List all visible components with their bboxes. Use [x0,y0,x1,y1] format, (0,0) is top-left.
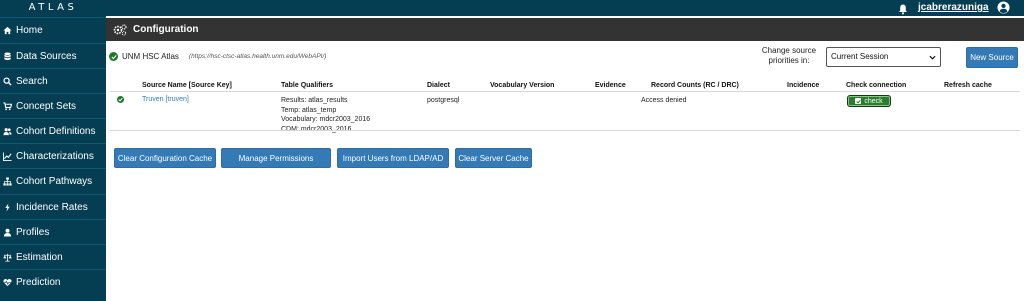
nav-label: Profiles [16,226,50,238]
column-header-dialect[interactable]: Dialect [427,82,450,89]
table-divider [110,130,1020,131]
nav-item-home[interactable]: Home [0,17,106,42]
nav-label: Search [16,75,48,87]
nav-label: Cohort Pathways [16,175,93,187]
top-bar: jcabrerazuniga [106,0,1024,16]
status-ok-icon [117,96,124,103]
table-qualifiers-cell: Results: atlas_results Temp: atlas_temp … [281,96,370,134]
column-header-vocabulary-version[interactable]: Vocabulary Version [490,82,554,89]
record-counts-cell: Access denied [641,97,687,104]
user-avatar-icon[interactable] [997,1,1010,14]
table-divider [110,91,1020,92]
nav-label: Characterizations [16,150,94,162]
column-header-refresh-cache[interactable]: Refresh cache [944,82,992,89]
nav-item-profiles[interactable]: Profiles [0,219,106,244]
line-chart-icon [3,151,12,161]
column-header-record-counts[interactable]: Record Counts (RC / DRC) [651,82,739,89]
sidebar: ATLAS Home Data Sources Search Concept S… [0,0,106,301]
nav-item-cohort-pathways[interactable]: Cohort Pathways [0,168,106,193]
manage-permissions-button[interactable]: Manage Permissions [221,148,331,168]
page-title: Configuration [133,24,199,35]
source-name-link[interactable]: Truven [truven] [142,95,189,105]
check-circle-icon [109,52,118,61]
source-url: (https://hsc-ctsc-atlas.health.unm.edu/W… [188,53,327,60]
nav-label: Cohort Definitions [16,125,96,137]
column-header-evidence[interactable]: Evidence [595,82,626,89]
cogs-icon [113,23,127,36]
qualifier-temp: Temp: atlas_temp [281,106,337,114]
app-brand[interactable]: ATLAS [0,0,106,16]
nav-label: Concept Sets [16,100,77,112]
priority-label: Change source priorities in: [761,46,817,65]
nav-item-search[interactable]: Search [0,68,106,93]
priority-select[interactable]: Current Session [826,47,941,67]
check-button-label: check [864,97,883,105]
configuration-panel: UNM HSC Atlas (https://hsc-ctsc-atlas.he… [106,41,1024,301]
new-source-button[interactable]: New Source [966,47,1018,68]
nav-item-characterizations[interactable]: Characterizations [0,143,106,168]
qualifier-results: Results: atlas_results [281,97,348,104]
column-header-incidence[interactable]: Incidence [787,82,819,89]
clear-server-cache-button[interactable]: Clear Server Cache [455,148,532,168]
import-users-button[interactable]: Import Users from LDAP/AD [337,148,449,168]
clear-configuration-cache-button[interactable]: Clear Configuration Cache [114,148,216,168]
qualifier-vocabulary: Vocabulary: mdcr2003_2016 [281,116,371,123]
nav-item-concept-sets[interactable]: Concept Sets [0,93,106,118]
user-name-link[interactable]: jcabrerazuniga [918,1,989,15]
priority-selected-value: Current Session [831,52,889,61]
source-name: UNM HSC Atlas [122,52,179,61]
nav-label: Prediction [16,276,61,288]
bolt-icon [3,202,12,212]
nav-label: Incidence Rates [16,201,88,213]
heartbeat-icon [3,278,12,287]
home-icon [3,26,12,35]
dialect-cell: postgresql [427,97,460,104]
sitemap-icon [3,176,12,186]
chevron-down-icon [929,55,936,60]
users-icon [3,127,12,136]
nav-item-data-sources[interactable]: Data Sources [0,43,106,68]
page-header: Configuration [106,18,1024,41]
database-icon [3,52,12,61]
nav-item-prediction[interactable]: Prediction [0,269,106,294]
check-connection-button[interactable]: check [847,95,891,107]
cart-icon [3,101,12,111]
nav-label: Data Sources [16,50,77,62]
bell-icon[interactable] [897,2,909,15]
checkbox-icon [855,98,862,104]
search-icon [3,76,12,86]
nav-label: Estimation [16,251,63,263]
nav-label: Home [16,24,43,36]
column-header-table-qualifiers[interactable]: Table Qualifiers [281,82,333,89]
user-icon [3,228,12,237]
column-header-check-connection[interactable]: Check connection [846,82,906,89]
nav-item-cohort-definitions[interactable]: Cohort Definitions [0,118,106,143]
current-source: UNM HSC Atlas (https://hsc-ctsc-atlas.he… [109,52,326,61]
nav-item-estimation[interactable]: Estimation [0,244,106,269]
column-header-source-name[interactable]: Source Name [Source Key] [142,82,232,89]
balance-scale-icon [3,253,12,262]
nav-item-incidence-rates[interactable]: Incidence Rates [0,194,106,219]
